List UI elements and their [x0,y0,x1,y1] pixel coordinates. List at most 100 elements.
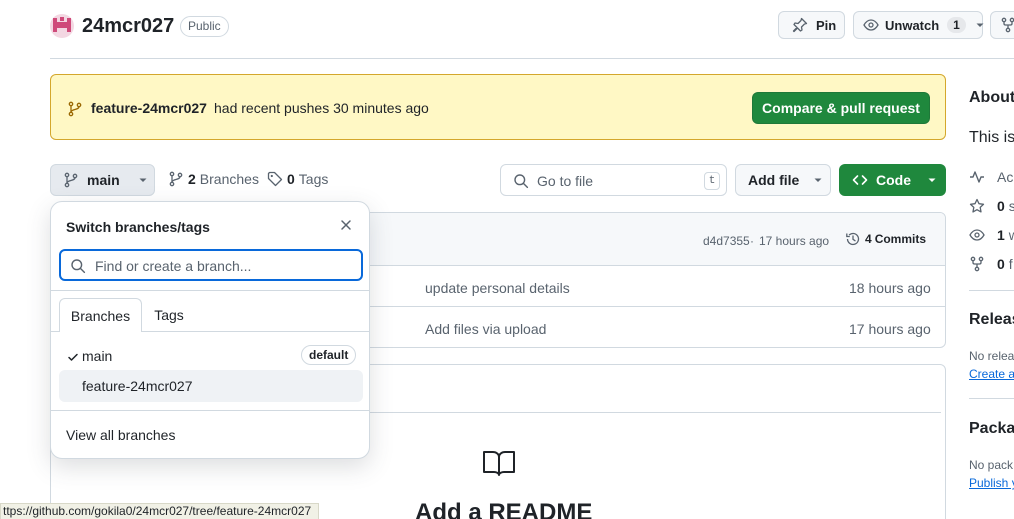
pin-icon [792,17,808,33]
check-icon [67,351,79,363]
branch-search-placeholder: Find or create a branch... [95,258,252,274]
avatar-icon [50,14,74,38]
commit-time: 17 hours ago [759,234,830,248]
branch-select-button[interactable]: main [50,164,155,196]
commit-dot: · [750,234,754,248]
branch-list-item[interactable]: feature-24mcr027 [59,370,363,402]
file-commit-message[interactable]: Add files via upload [425,321,546,337]
readme-title: Add a README [415,499,593,519]
go-to-file-shortcut: t [704,172,720,190]
stars-label: s [1008,198,1014,214]
branch-icon [63,172,79,188]
about-text: This is [969,129,1014,146]
header-divider [50,58,1014,59]
tags-link[interactable]: 0 Tags [267,171,328,187]
view-all-branches-link[interactable]: View all branches [66,427,175,443]
visibility-badge: Public [180,16,229,37]
unwatch-button[interactable]: Unwatch 1 [853,11,985,39]
packages-heading[interactable]: Packa [969,420,1014,438]
pulse-icon [969,169,985,185]
recent-push-banner: feature-24mcr027 had recent pushes 30 mi… [50,74,946,140]
forks-link[interactable]: 0 f [969,256,1013,272]
code-label: Code [876,172,911,188]
eye-icon [863,17,879,33]
unwatch-label: Unwatch [885,17,940,33]
stars-link[interactable]: 0 s [969,198,1014,214]
add-file-label: Add file [748,172,800,188]
eye-icon [969,227,985,243]
code-icon [852,172,868,188]
history-icon [845,231,861,247]
releases-heading[interactable]: Releas [969,311,1014,329]
branch-icon [168,171,184,187]
stars-count: 0 [997,198,1005,214]
branch-list-item[interactable]: main default [59,342,363,370]
activity-label: Ac [997,169,1014,185]
commits-link[interactable]: 4 Commits [845,231,926,247]
pin-label: Pin [816,17,837,33]
packages-text: No pack [969,458,1014,472]
tab-divider [51,331,59,332]
releases-text: No relea [969,349,1014,363]
branch-dropdown: Switch branches/tags Find or create a br… [50,201,370,459]
dropdown-title: Switch branches/tags [66,219,210,235]
file-commit-time: 18 hours ago [849,280,931,296]
branches-count: 2 [188,171,196,187]
file-commit-message[interactable]: update personal details [425,280,570,296]
commits-count: 4 [865,232,872,246]
branch-name: main [82,348,113,364]
add-file-button[interactable]: Add file [735,164,831,196]
book-icon [482,449,516,477]
tab-divider [142,331,369,332]
star-icon [969,198,985,214]
fork-button[interactable] [990,11,1014,39]
default-badge: default [301,345,357,365]
branch-search-input[interactable]: Find or create a branch... [59,249,363,281]
branches-link[interactable]: 2 Branches [168,171,259,187]
fork-icon [1000,17,1014,33]
commits-label: Commits [874,232,927,246]
activity-link[interactable]: Ac [969,169,1013,185]
watching-label: w [1008,227,1014,243]
code-button[interactable]: Code [839,164,946,196]
dropdown-divider [51,290,369,291]
search-icon [513,173,529,189]
go-to-file-input[interactable]: Go to file t [500,164,727,196]
sidebar-divider [969,398,1014,399]
file-commit-time: 17 hours ago [849,321,931,337]
dropdown-divider [51,410,369,411]
compare-pull-request-button[interactable]: Compare & pull request [752,92,930,124]
watching-link[interactable]: 1 w [969,227,1014,243]
banner-message: had recent pushes 30 minutes ago [214,100,429,116]
chevron-down-icon [813,175,823,185]
chevron-down-icon [927,175,937,185]
repo-avatar[interactable] [50,14,74,38]
tag-icon [267,171,283,187]
watching-count: 1 [997,227,1005,243]
branches-label: Branches [199,171,259,187]
search-icon [70,258,86,274]
branch-icon [67,101,83,117]
fork-icon [969,256,985,272]
pin-button[interactable]: Pin [778,11,845,39]
create-release-link[interactable]: Create a [969,367,1014,381]
commit-hash[interactable]: d4d7355 [703,234,750,248]
chevron-down-icon [975,20,985,30]
repo-name[interactable]: 24mcr027 [82,15,174,38]
tags-label: Tags [298,171,329,187]
chevron-down-icon [138,175,148,185]
tab-branches[interactable]: Branches [59,298,142,332]
forks-label: f [1008,256,1013,272]
banner-branch-name[interactable]: feature-24mcr027 [91,100,207,116]
publish-package-link[interactable]: Publish y [969,476,1014,490]
branch-name: feature-24mcr027 [82,378,193,394]
close-icon[interactable] [338,217,354,233]
tags-count: 0 [287,171,295,187]
go-to-file-placeholder: Go to file [537,173,594,189]
status-url: ttps://github.com/gokila0/24mcr027/tree/… [0,503,319,519]
watch-count: 1 [947,17,966,33]
branch-select-label: main [87,172,120,188]
forks-count: 0 [997,256,1005,272]
tab-tags[interactable]: Tags [142,298,196,332]
sidebar-divider [969,290,1014,291]
